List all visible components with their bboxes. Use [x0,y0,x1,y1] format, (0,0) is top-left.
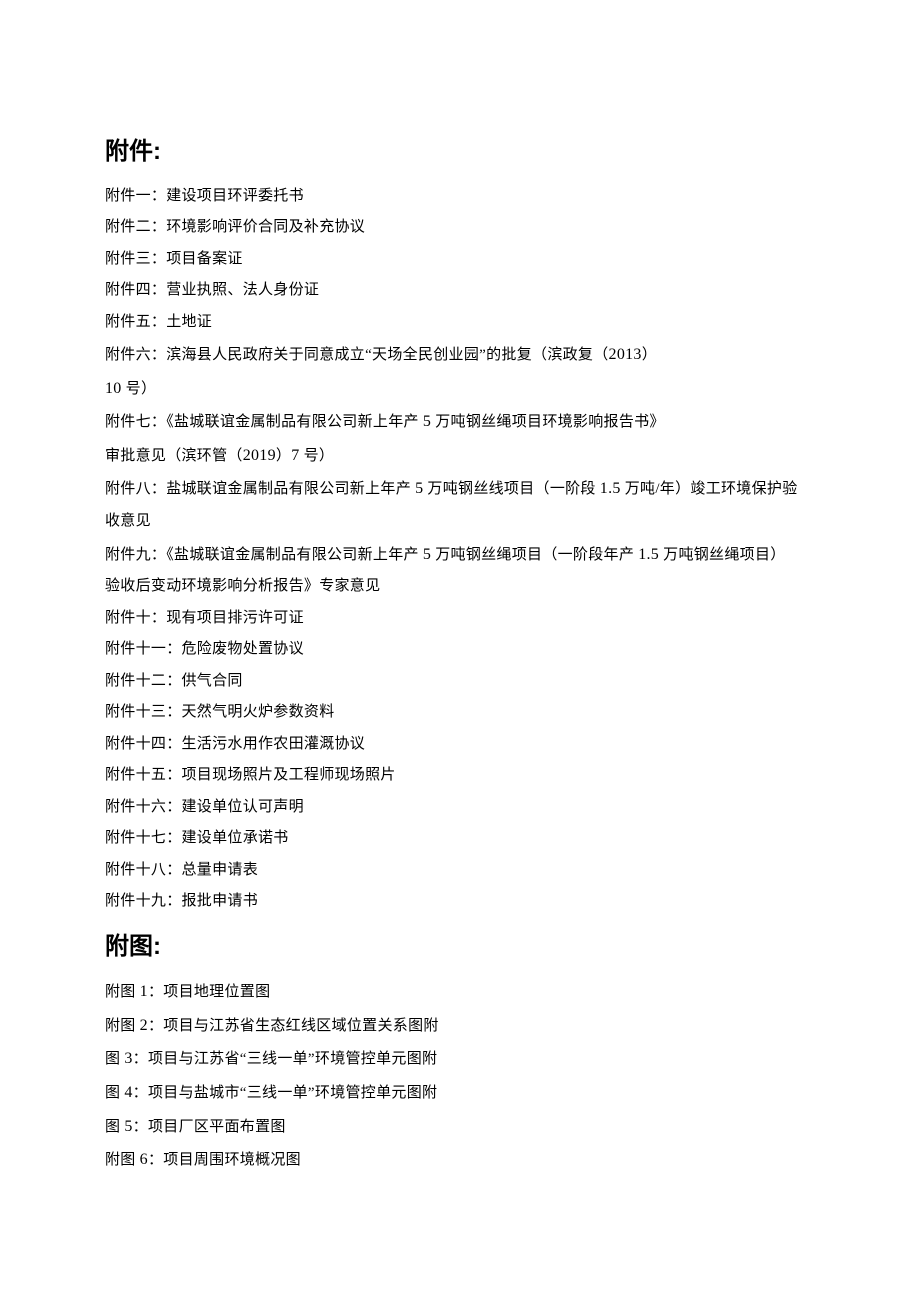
list-item: 图 5：项目厂区平面布置图 [105,1110,815,1144]
list-item: 图 4：项目与盐城市“三线一单”环境管控单元图附 [105,1076,815,1110]
list-item: 附件十一：危险废物处置协议 [105,634,815,666]
list-item: 附件六：滨海县人民政府关于同意成立“天场全民创业园”的批复（滨政复（2013） [105,338,815,372]
list-item: 附件四：营业执照、法人身份证 [105,275,815,307]
list-item: 附件十四：生活污水用作农田灌溉协议 [105,729,815,761]
list-item: 附件十五：项目现场照片及工程师现场照片 [105,760,815,792]
list-item: 收意见 [105,506,815,538]
list-item: 附图 1：项目地理位置图 [105,975,815,1009]
list-item: 附件十九：报批申请书 [105,886,815,918]
list-item: 附件八：盐城联谊金属制品有限公司新上年产 5 万吨钢丝线项目（一阶段 1.5 万… [105,472,815,506]
list-item: 附件三：项目备案证 [105,244,815,276]
list-item: 附图 6：项目周围环境概况图 [105,1143,815,1177]
document-page: 附件: 附件一：建设项目环评委托书 附件二：环境影响评价合同及补充协议 附件三：… [105,135,815,1177]
list-item: 验收后变动环境影响分析报告》专家意见 [105,571,815,603]
list-item: 附件一：建设项目环评委托书 [105,181,815,213]
list-item: 附图 2：项目与江苏省生态红线区域位置关系图附 [105,1009,815,1043]
list-item: 审批意见（滨环管（2019）7 号） [105,439,815,473]
attachments-list: 附件一：建设项目环评委托书 附件二：环境影响评价合同及补充协议 附件三：项目备案… [105,181,815,918]
figures-heading: 附图: [105,930,815,964]
list-item: 附件十六：建设单位认可声明 [105,792,815,824]
list-item: 附件五：土地证 [105,307,815,339]
list-item: 附件十八：总量申请表 [105,855,815,887]
attachments-heading: 附件: [105,135,815,169]
list-item: 附件十：现有项目排污许可证 [105,603,815,635]
list-item: 附件十三：天然气明火炉参数资料 [105,697,815,729]
list-item: 附件七：《盐城联谊金属制品有限公司新上年产 5 万吨钢丝绳项目环境影响报告书》 [105,405,815,439]
list-item: 附件二：环境影响评价合同及补充协议 [105,212,815,244]
list-item: 10 号） [105,372,815,406]
figures-list: 附图 1：项目地理位置图 附图 2：项目与江苏省生态红线区域位置关系图附 图 3… [105,975,815,1177]
list-item: 图 3：项目与江苏省“三线一单”环境管控单元图附 [105,1042,815,1076]
list-item: 附件九：《盐城联谊金属制品有限公司新上年产 5 万吨钢丝绳项目（一阶段年产 1.… [105,538,815,572]
list-item: 附件十二：供气合同 [105,666,815,698]
list-item: 附件十七：建设单位承诺书 [105,823,815,855]
